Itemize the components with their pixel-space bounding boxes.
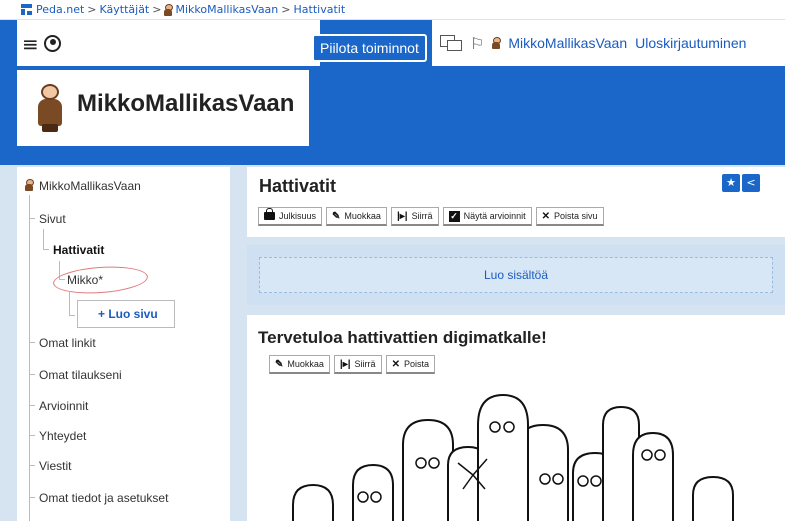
checkbox-icon: ✓ [448, 210, 460, 222]
move-icon: |▸| [339, 358, 351, 370]
tree-branch [29, 405, 35, 406]
tree-branch [29, 218, 35, 219]
create-content-button[interactable]: Luo sisältöä [259, 257, 773, 293]
content-card: Tervetuloa hattivattien digimatkalle! ✎ … [247, 315, 785, 521]
visibility-button[interactable]: Julkisuus [258, 207, 323, 226]
tree-branch [43, 249, 49, 250]
flag-icon[interactable]: ⚐ [470, 34, 484, 53]
sidebar-nav: MikkoMallikasVaan Sivut Hattivatit Mikko… [17, 167, 230, 521]
pencil-icon: ✎ [275, 358, 284, 370]
tree-line [29, 195, 30, 521]
move-button[interactable]: |▸| Siirrä [390, 207, 439, 226]
share-icon[interactable]: < [742, 174, 760, 192]
create-content-area: Luo sisältöä [247, 245, 785, 305]
tree-branch [29, 497, 35, 498]
profile-name: MikkoMallikasVaan [77, 90, 295, 117]
breadcrumb-item-users[interactable]: Käyttäjät [100, 3, 150, 16]
user-link[interactable]: MikkoMallikasVaan [508, 35, 627, 51]
move-icon: |▸| [396, 210, 408, 222]
card-edit-label: Muokkaa [287, 359, 324, 369]
sidebar-item-subscriptions[interactable]: Omat tilaukseni [39, 368, 122, 382]
card-actions: ✎ Muokkaa |▸| Siirrä ✕ Poista [269, 355, 435, 374]
breadcrumb-separator: > [152, 3, 162, 16]
chat-icon[interactable] [440, 35, 462, 51]
edit-label: Muokkaa [344, 211, 381, 221]
sidebar-item-hattivatit[interactable]: Hattivatit [53, 243, 104, 257]
tree-branch [29, 465, 35, 466]
breadcrumb-item-peda[interactable]: Peda.net [36, 3, 84, 16]
show-reviews-label: Näytä arvioinnit [463, 211, 526, 221]
star-icon[interactable]: ★ [722, 174, 740, 192]
profile-title-box: MikkoMallikasVaan [17, 70, 309, 146]
user-figure-icon [164, 3, 174, 16]
sidebar-item-root[interactable]: MikkoMallikasVaan [39, 179, 141, 193]
top-left-toolbar: ≡ [17, 20, 320, 66]
hattivatit-illustration [292, 393, 734, 521]
hand-drawn-circle [52, 263, 149, 297]
tree-branch [29, 342, 35, 343]
user-avatar-icon [492, 37, 502, 49]
close-icon: ✕ [541, 210, 550, 222]
pencil-icon: ✎ [332, 210, 341, 222]
page-actions: Julkisuus ✎ Muokkaa |▸| Siirrä ✓ Näytä a… [258, 207, 604, 226]
show-reviews-button[interactable]: ✓ Näytä arvioinnit [442, 207, 532, 226]
page-title: Hattivatit [259, 176, 337, 196]
edit-button[interactable]: ✎ Muokkaa [326, 207, 387, 226]
visibility-label: Julkisuus [279, 211, 317, 221]
delete-page-label: Poista sivu [554, 211, 598, 221]
sidebar-item-reviews[interactable]: Arvioinnit [39, 399, 88, 413]
delete-page-button[interactable]: ✕ Poista sivu [535, 207, 604, 226]
tree-line [69, 291, 70, 315]
breadcrumb-separator: > [87, 3, 97, 16]
peda-logo-icon [21, 4, 32, 15]
tree-branch [29, 435, 35, 436]
close-icon: ✕ [391, 358, 400, 370]
search-user-icon[interactable] [44, 35, 61, 52]
tree-branch [29, 374, 35, 375]
avatar [37, 84, 63, 132]
top-right-toolbar: ⚐ MikkoMallikasVaan Uloskirjautuminen [432, 20, 785, 66]
breadcrumb-item-user[interactable]: MikkoMallikasVaan [175, 3, 278, 16]
tree-line [43, 229, 44, 249]
hide-actions-button[interactable]: Piilota toiminnot [312, 34, 427, 62]
new-page-button[interactable]: + Luo sivu [77, 300, 175, 328]
card-edit-button[interactable]: ✎ Muokkaa [269, 355, 330, 374]
card-delete-button[interactable]: ✕ Poista [385, 355, 435, 374]
sidebar-item-settings[interactable]: Omat tiedot ja asetukset [39, 491, 168, 505]
card-move-label: Siirrä [354, 359, 376, 369]
lock-icon [264, 208, 275, 220]
card-title: Tervetuloa hattivattien digimatkalle! [258, 328, 547, 347]
user-figure-icon [25, 179, 34, 191]
breadcrumb-separator: > [281, 3, 291, 16]
breadcrumb: Peda.net > Käyttäjät > MikkoMallikasVaan… [0, 0, 785, 20]
sidebar-item-links[interactable]: Omat linkit [39, 336, 96, 350]
tree-branch [69, 315, 75, 316]
breadcrumb-item-page[interactable]: Hattivatit [294, 3, 346, 16]
sidebar-item-contacts[interactable]: Yhteydet [39, 429, 86, 443]
menu-icon[interactable]: ≡ [22, 34, 39, 54]
logout-link[interactable]: Uloskirjautuminen [635, 35, 746, 51]
move-label: Siirrä [411, 211, 433, 221]
sidebar-item-sivut[interactable]: Sivut [39, 212, 66, 226]
card-move-button[interactable]: |▸| Siirrä [333, 355, 382, 374]
sidebar-item-messages[interactable]: Viestit [39, 459, 71, 473]
page-header: Hattivatit ★ < Julkisuus ✎ Muokkaa |▸| S… [247, 167, 785, 237]
card-delete-label: Poista [403, 359, 429, 369]
